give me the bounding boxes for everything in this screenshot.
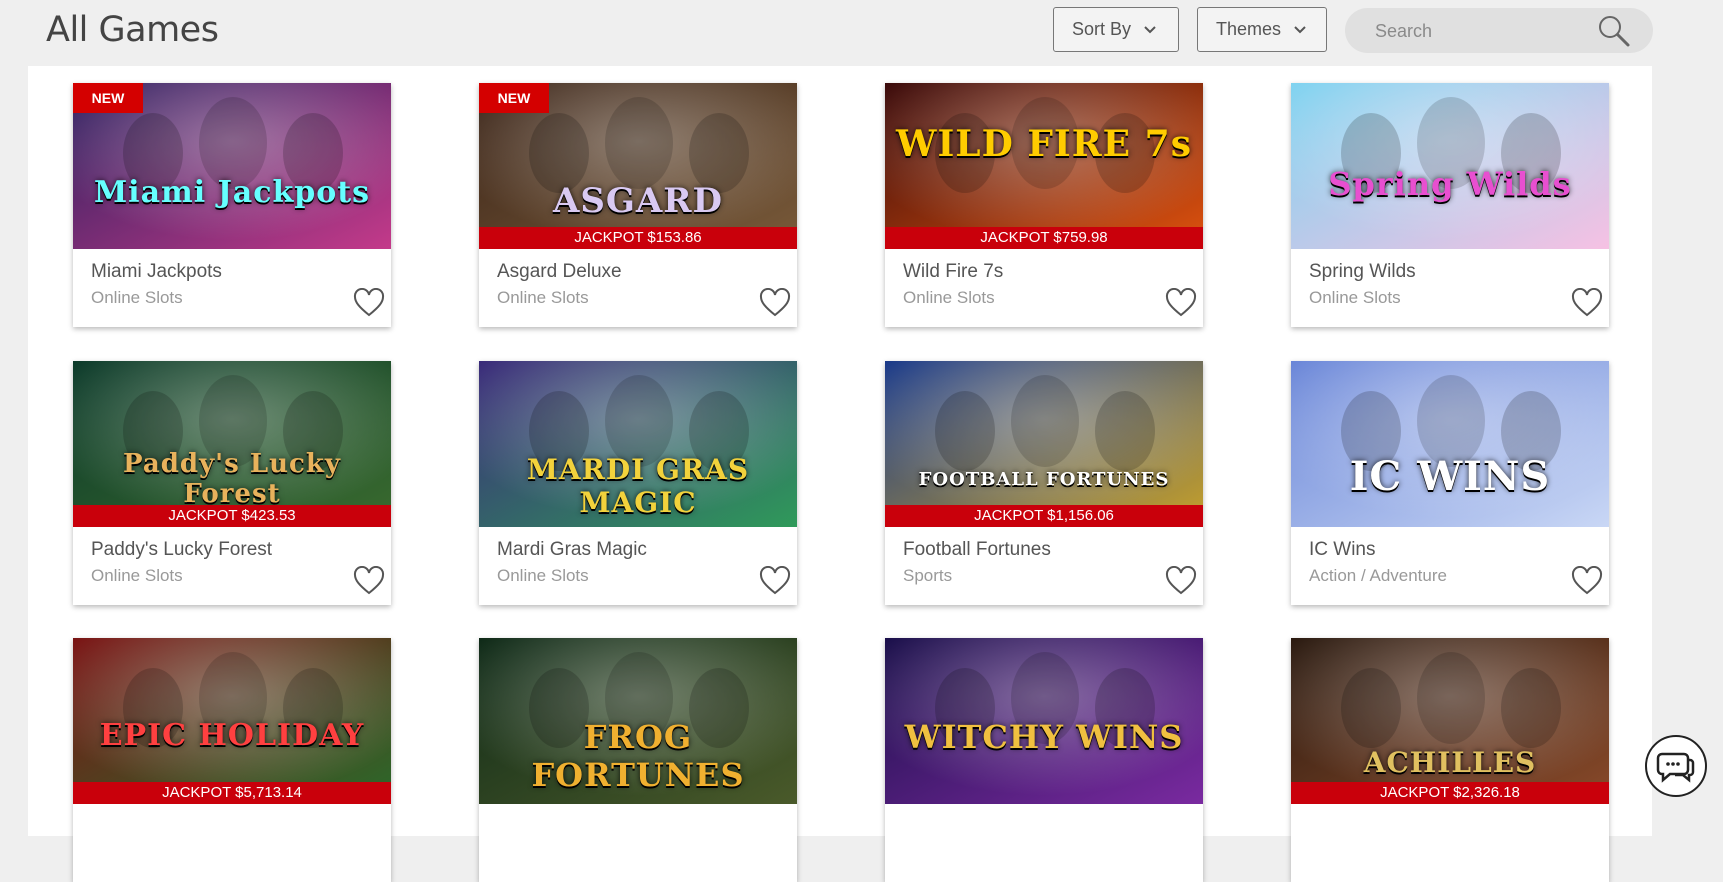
game-artwork [1291,361,1609,527]
game-logo: EPIC HOLIDAY [99,718,365,753]
themes-dropdown[interactable]: Themes [1197,7,1327,52]
chat-button[interactable] [1645,735,1707,797]
game-logo: ACHILLES [1363,746,1537,779]
game-title[interactable]: Asgard Deluxe [497,261,622,283]
game-thumbnail[interactable]: WITCHY WINS [885,638,1203,804]
jackpot-bar: JACKPOT $5,713.14 [73,782,391,804]
game-card[interactable]: FROG FORTUNES [479,638,797,882]
chat-icon [1656,752,1695,783]
jackpot-bar: JACKPOT $1,156.06 [885,505,1203,527]
game-card[interactable]: IC WINS IC Wins Action / Adventure [1291,361,1609,605]
game-logo: ASGARD [552,181,724,221]
game-category: Online Slots [91,288,183,307]
new-badge: NEW [479,83,549,113]
game-category: Action / Adventure [1309,566,1447,585]
game-artwork [1291,638,1609,804]
game-category: Sports [903,566,953,585]
game-category: Online Slots [497,288,589,307]
game-card[interactable]: WITCHY WINS [885,638,1203,882]
game-card[interactable]: Miami Jackpots NEW Miami Jackpots Online Sl… [73,83,391,327]
page-title: All Games [46,10,219,50]
game-thumbnail[interactable]: ACHILLES JACKPOT $2,326.18 [1291,638,1609,804]
game-thumbnail[interactable]: Miami Jackpots NEW [73,83,391,249]
heart-icon[interactable] [353,565,385,596]
game-artwork [885,361,1203,527]
game-card[interactable]: ASGARD NEW JACKPOT $153.86 Asgard Deluxe Onl… [479,83,797,327]
game-thumbnail[interactable]: FROG FORTUNES [479,638,797,804]
game-logo: MARDI GRAS MAGIC [526,453,750,519]
game-logo: Miami Jackpots [93,175,371,210]
game-thumbnail[interactable]: MARDI GRAS MAGIC [479,361,797,527]
game-card[interactable]: FOOTBALL FORTUNES JACKPOT $1,156.06 Footba… [885,361,1203,605]
new-badge: NEW [73,83,143,113]
sort-by-dropdown[interactable]: Sort By [1053,7,1179,52]
search-input[interactable] [1373,8,1597,55]
game-thumbnail[interactable]: Spring Wilds [1291,83,1609,249]
heart-icon[interactable] [1165,287,1197,318]
search-icon[interactable] [1597,14,1631,48]
game-card[interactable]: WILD FIRE 7s JACKPOT $759.98 Wild Fire 7s O… [885,83,1203,327]
game-thumbnail[interactable]: FOOTBALL FORTUNES JACKPOT $1,156.06 [885,361,1203,527]
jackpot-bar: JACKPOT $423.53 [73,505,391,527]
chevron-down-icon [1144,25,1156,33]
chevron-down-icon [1294,25,1306,33]
game-card[interactable]: Paddy's Lucky Forest JACKPOT $423.53 Paddy… [73,361,391,605]
game-thumbnail[interactable]: EPIC HOLIDAY JACKPOT $5,713.14 [73,638,391,804]
jackpot-bar: JACKPOT $2,326.18 [1291,782,1609,804]
search-box [1345,8,1653,55]
game-title[interactable]: Football Fortunes [903,539,1051,561]
game-category: Online Slots [903,288,995,307]
game-logo: FROG FORTUNES [531,718,745,794]
game-card[interactable]: MARDI GRAS MAGIC Mardi Gras Magic Online S… [479,361,797,605]
game-logo: Paddy's Lucky Forest [123,449,341,509]
game-thumbnail[interactable]: ASGARD NEW JACKPOT $153.86 [479,83,797,249]
game-logo: Spring Wilds [1328,165,1572,203]
heart-icon[interactable] [1571,287,1603,318]
game-logo: FOOTBALL FORTUNES [918,469,1170,490]
game-card[interactable]: EPIC HOLIDAY JACKPOT $5,713.14 [73,638,391,882]
game-thumbnail[interactable]: IC WINS [1291,361,1609,527]
game-title[interactable]: Spring Wilds [1309,261,1416,283]
game-title[interactable]: Wild Fire 7s [903,261,1003,283]
game-title[interactable]: Paddy's Lucky Forest [91,539,272,561]
game-logo: IC WINS [1349,453,1551,500]
game-logo: WITCHY WINS [904,718,1184,756]
game-card[interactable]: Spring Wilds Spring Wilds Online Slots [1291,83,1609,327]
themes-label: Themes [1216,19,1282,39]
game-card[interactable]: ACHILLES JACKPOT $2,326.18 [1291,638,1609,882]
game-thumbnail[interactable]: Paddy's Lucky Forest JACKPOT $423.53 [73,361,391,527]
heart-icon[interactable] [759,287,791,318]
game-thumbnail[interactable]: WILD FIRE 7s JACKPOT $759.98 [885,83,1203,249]
heart-icon[interactable] [759,565,791,596]
game-logo: WILD FIRE 7s [896,123,1192,165]
heart-icon[interactable] [1165,565,1197,596]
game-category: Online Slots [497,566,589,585]
sort-by-label: Sort By [1072,19,1132,39]
game-title[interactable]: IC Wins [1309,539,1376,561]
heart-icon[interactable] [353,287,385,318]
game-category: Online Slots [1309,288,1401,307]
jackpot-bar: JACKPOT $153.86 [479,227,797,249]
heart-icon[interactable] [1571,565,1603,596]
game-artwork [885,83,1203,249]
header: All Games Sort By Themes [0,0,1723,66]
game-category: Online Slots [91,566,183,585]
game-title[interactable]: Miami Jackpots [91,261,222,283]
jackpot-bar: JACKPOT $759.98 [885,227,1203,249]
game-title[interactable]: Mardi Gras Magic [497,539,647,561]
